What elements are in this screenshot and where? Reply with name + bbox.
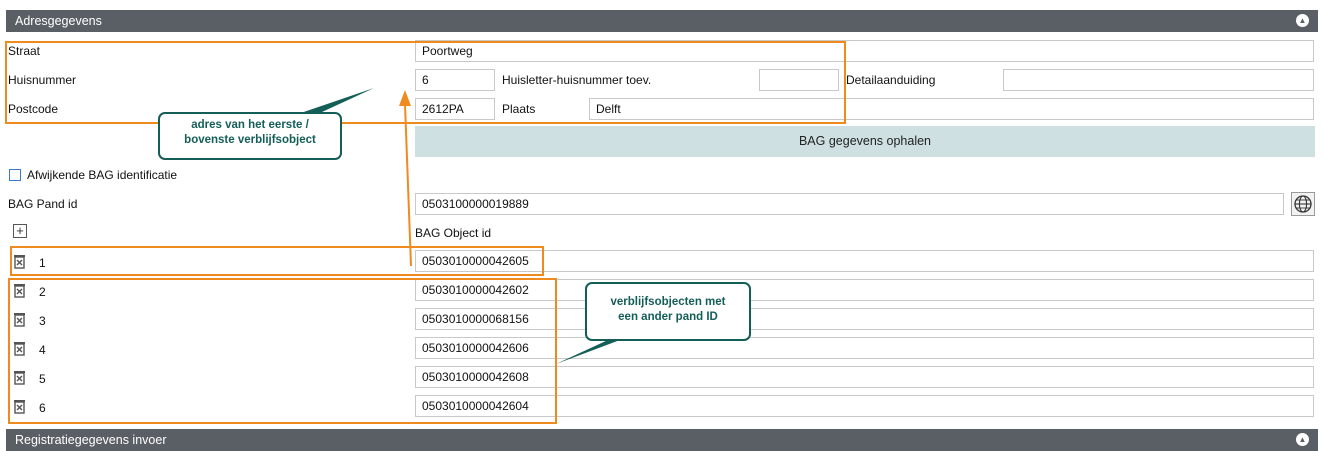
callout-other-objects: verblijfsobjecten met een ander pand ID <box>585 282 751 341</box>
plus-icon[interactable]: + <box>13 224 27 238</box>
object-index: 5 <box>39 372 46 386</box>
trash-icon[interactable] <box>13 283 26 298</box>
bag-pand-field[interactable]: 0503100000019889 <box>415 193 1284 215</box>
huisletter-label: Huisletter-huisnummer toev. <box>502 73 652 87</box>
huisnummer-label: Huisnummer <box>8 73 77 87</box>
straat-field[interactable]: Poortweg <box>415 40 1314 62</box>
arrow-head <box>399 90 411 106</box>
object-index: 3 <box>39 314 46 328</box>
bag-object-field[interactable]: 0503010000042605 <box>415 250 1314 272</box>
callout-first-object: adres van het eerste / bovenste verblijf… <box>158 112 342 160</box>
straat-label: Straat <box>8 44 41 58</box>
postcode-field[interactable]: 2612PA <box>415 98 495 120</box>
bag-fetch-button[interactable]: BAG gegevens ophalen <box>415 126 1315 157</box>
callout-line: een ander pand ID <box>618 311 718 323</box>
afwijkend-checkbox[interactable] <box>9 169 21 181</box>
trash-icon[interactable] <box>13 370 26 385</box>
plaats-field[interactable]: Delft <box>589 98 1314 120</box>
callout-line: bovenste verblijfsobject <box>184 134 316 146</box>
bag-object-field[interactable]: 0503010000068156 <box>415 308 1314 330</box>
object-index: 2 <box>39 285 46 299</box>
arrow-line <box>404 103 412 267</box>
bag-object-field[interactable]: 0503010000042602 <box>415 279 1314 301</box>
huisnummer-field[interactable]: 6 <box>415 69 495 91</box>
bag-object-field[interactable]: 0503010000042608 <box>415 366 1314 388</box>
object-index: 6 <box>39 401 46 415</box>
bag-object-field[interactable]: 0503010000042604 <box>415 395 1314 417</box>
callout-line: verblijfsobjecten met <box>610 296 726 308</box>
bag-object-label: BAG Object id <box>415 226 492 240</box>
address-section-header[interactable]: Adresgegevens ▲ <box>6 10 1318 32</box>
trash-icon[interactable] <box>13 254 26 269</box>
huisletter-field[interactable] <box>759 69 839 91</box>
postcode-label: Postcode <box>8 102 59 116</box>
trash-icon[interactable] <box>13 312 26 327</box>
plaats-label: Plaats <box>502 102 536 116</box>
chevron-up-icon[interactable]: ▲ <box>1296 14 1309 27</box>
object-index: 4 <box>39 343 46 357</box>
chevron-up-icon[interactable]: ▲ <box>1296 433 1309 446</box>
globe-icon[interactable] <box>1291 192 1315 216</box>
object-index: 1 <box>39 256 46 270</box>
callout-line: adres van het eerste / <box>191 119 309 131</box>
bag-pand-label: BAG Pand id <box>8 197 78 211</box>
registration-section-header[interactable]: Registratiegegevens invoer ▲ <box>6 429 1318 451</box>
afwijkend-label: Afwijkende BAG identificatie <box>27 168 178 182</box>
trash-icon[interactable] <box>13 341 26 356</box>
detail-field[interactable] <box>1003 69 1314 91</box>
detail-label: Detailaanduiding <box>846 73 936 87</box>
section-title: Registratiegegevens invoer <box>15 433 167 447</box>
bag-object-field[interactable]: 0503010000042606 <box>415 337 1314 359</box>
section-title: Adresgegevens <box>15 14 102 28</box>
trash-icon[interactable] <box>13 399 26 414</box>
